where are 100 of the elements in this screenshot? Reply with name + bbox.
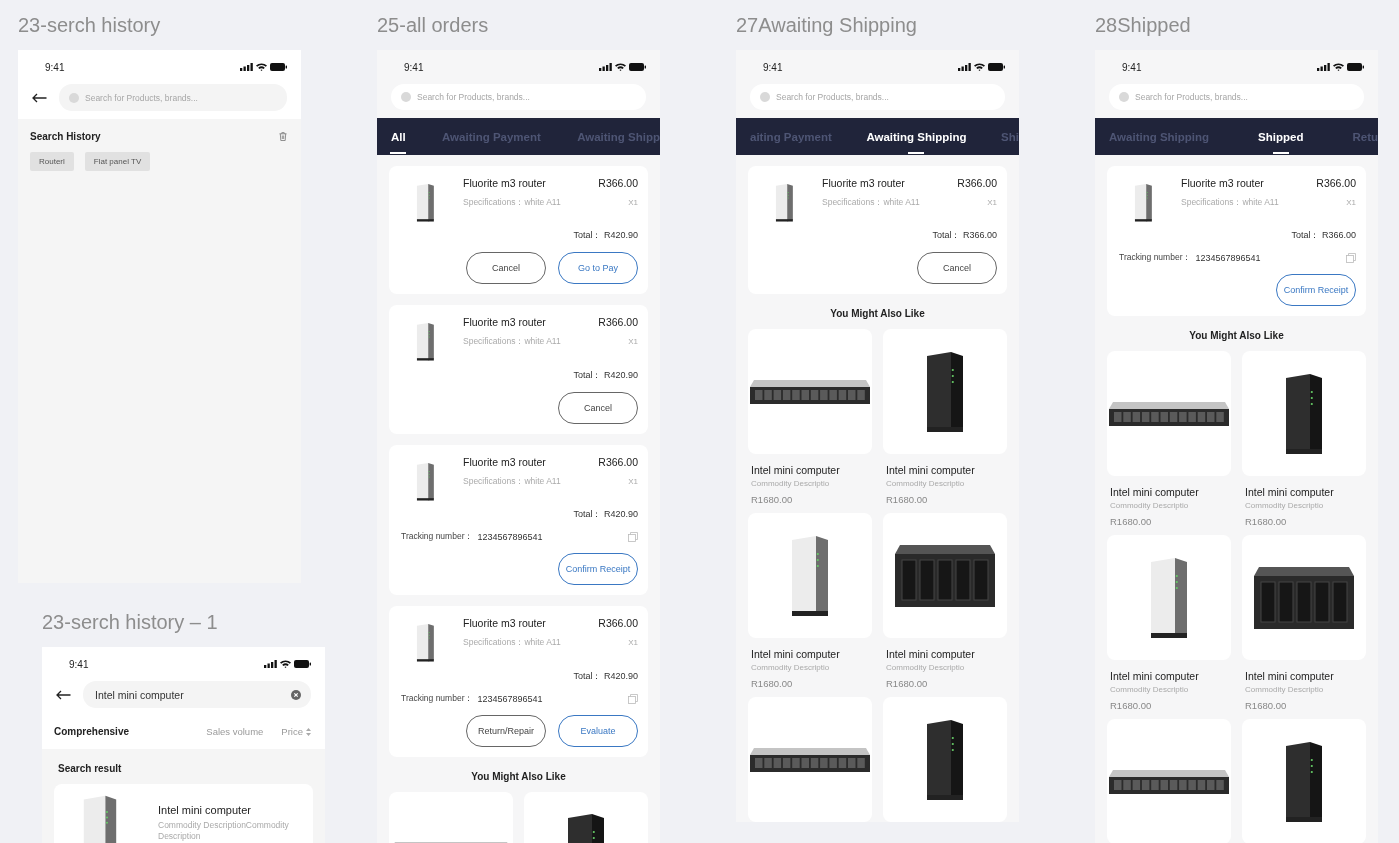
section-heading: You Might Also Like — [829, 307, 926, 322]
quantity: X1 — [987, 198, 997, 207]
product-card[interactable] — [883, 697, 1007, 823]
product-spec: Specifications：white A11 — [463, 197, 561, 209]
product-name: Intel mini computer — [1244, 670, 1335, 683]
signal-icon — [1317, 63, 1330, 71]
artboard-title: 28Shipped — [1095, 13, 1192, 38]
signal-icon — [240, 63, 253, 71]
product-price: R366.00 — [598, 177, 638, 189]
back-icon[interactable] — [56, 689, 71, 700]
sort-option[interactable]: Price — [281, 726, 311, 737]
product-name: Intel mini computer — [158, 804, 252, 816]
product-price: R1680.00 — [1244, 516, 1288, 528]
search-field[interactable]: Search for Products, brands... — [1109, 84, 1364, 110]
order-action-button[interactable]: Confirm Receipt — [558, 553, 638, 586]
product-name: Intel mini computer — [1244, 486, 1335, 499]
search-field[interactable]: Search for Products, brands... — [391, 84, 646, 110]
quantity: X1 — [628, 337, 638, 347]
product-card[interactable] — [1107, 719, 1231, 843]
product-spec: Specifications：white A11 — [463, 336, 561, 349]
product-name: Intel mini computer — [1109, 486, 1200, 499]
history-tag[interactable]: Routerl — [30, 152, 74, 171]
battery-icon — [270, 63, 287, 71]
nas-drawing — [1133, 183, 1153, 223]
product-name: Fluorite m3 router — [463, 617, 546, 630]
product-card[interactable] — [883, 513, 1007, 639]
artboard-title: 27Awaiting Shipping — [736, 13, 918, 38]
order-action-button[interactable]: Evaluate — [558, 714, 638, 747]
product-card[interactable] — [1242, 535, 1366, 661]
product-spec: Specifications：white A11 — [1181, 197, 1279, 209]
nas-drawing — [415, 623, 435, 663]
product-card[interactable] — [748, 329, 872, 455]
product-name: Fluorite m3 router — [822, 177, 905, 189]
product-description: Commodity DescriptionCommodity Description — [158, 820, 290, 843]
sort-option[interactable]: Comprehensive — [54, 726, 130, 737]
product-name: Fluorite m3 router — [463, 455, 546, 468]
result-card[interactable]: Intel mini computer Commodity DescriptionCommodity Description — [54, 784, 313, 843]
product-spec: Specifications：white A11 — [463, 475, 561, 488]
product-price: R1680.00 — [750, 678, 794, 690]
product-price: R366.00 — [598, 316, 638, 329]
product-description: Commodity Descriptio — [1244, 501, 1325, 511]
wifi-icon — [974, 63, 985, 71]
tab[interactable]: Awaiting Shipping — [866, 118, 967, 155]
order-total: Total： R420.90 — [573, 368, 638, 382]
section-heading: You Might Also Like — [1188, 329, 1285, 344]
section-heading: Search History — [30, 131, 101, 142]
status-time: 9:41 — [45, 61, 65, 73]
product-description: Commodity Descriptio — [1109, 501, 1190, 511]
product-name: Intel mini computer — [1109, 670, 1200, 683]
product-card[interactable] — [1242, 719, 1366, 843]
product-spec: Specifications：white A11 — [463, 637, 561, 650]
product-price: R366.00 — [1316, 177, 1356, 189]
order-total: Total： R366.00 — [932, 229, 997, 243]
product-spec: Specifications：white A11 — [822, 197, 920, 209]
product-description: Commodity Descriptio — [1109, 685, 1190, 695]
product-price: R366.00 — [598, 455, 638, 468]
product-price: R366.00 — [957, 177, 997, 189]
product-description: Commodity Descriptio — [885, 479, 966, 489]
trash-icon[interactable] — [279, 132, 287, 141]
signal-icon — [264, 660, 277, 668]
product-card[interactable] — [883, 329, 1007, 455]
battery-icon — [294, 660, 311, 668]
search-field[interactable]: Search for Products, brands... — [750, 84, 1005, 110]
product-description: Commodity Descriptio — [1244, 685, 1325, 695]
nas-drawing — [415, 461, 435, 502]
order-action-button[interactable]: Go to Pay — [558, 252, 638, 285]
back-icon[interactable] — [32, 92, 47, 103]
history-tag[interactable]: Flat panel TV — [84, 152, 151, 171]
signal-icon — [599, 63, 612, 71]
sort-option[interactable]: Sales volume — [206, 726, 264, 737]
quantity: X1 — [628, 476, 638, 486]
product-price: R1680.00 — [1109, 700, 1153, 712]
clear-icon[interactable] — [291, 689, 301, 700]
section-heading: Search result — [57, 762, 123, 776]
status-time: 9:41 — [69, 658, 89, 670]
product-card[interactable] — [1242, 351, 1366, 477]
battery-icon — [1347, 63, 1364, 71]
product-price: R1680.00 — [1244, 700, 1288, 712]
tab[interactable]: Shipped — [1258, 118, 1304, 155]
product-description: Commodity Descriptio — [750, 663, 831, 673]
order-action-button[interactable]: Return/Repair — [466, 714, 546, 747]
product-name: Fluorite m3 router — [463, 316, 546, 329]
artboard-title: 25-all orders — [377, 13, 490, 38]
product-name: Intel mini computer — [750, 464, 841, 477]
product-card[interactable] — [748, 697, 872, 823]
order-action-button[interactable]: Cancel — [917, 252, 997, 285]
product-name: Fluorite m3 router — [463, 177, 546, 189]
order-total: Total： R366.00 — [1291, 229, 1356, 243]
order-action-button[interactable]: Confirm Receipt — [1276, 274, 1356, 307]
product-card[interactable] — [1107, 351, 1231, 477]
wifi-icon — [280, 660, 291, 668]
order-action-button[interactable]: Cancel — [558, 391, 638, 424]
battery-icon — [988, 63, 1005, 71]
nas-drawing — [415, 183, 435, 223]
product-name: Fluorite m3 router — [1181, 177, 1264, 189]
tab[interactable]: All — [391, 118, 406, 155]
order-total: Total： R420.90 — [573, 508, 638, 522]
search-field[interactable]: Intel mini computer — [83, 681, 311, 708]
order-action-button[interactable]: Cancel — [466, 252, 546, 285]
order-total: Total： R420.90 — [573, 229, 638, 243]
